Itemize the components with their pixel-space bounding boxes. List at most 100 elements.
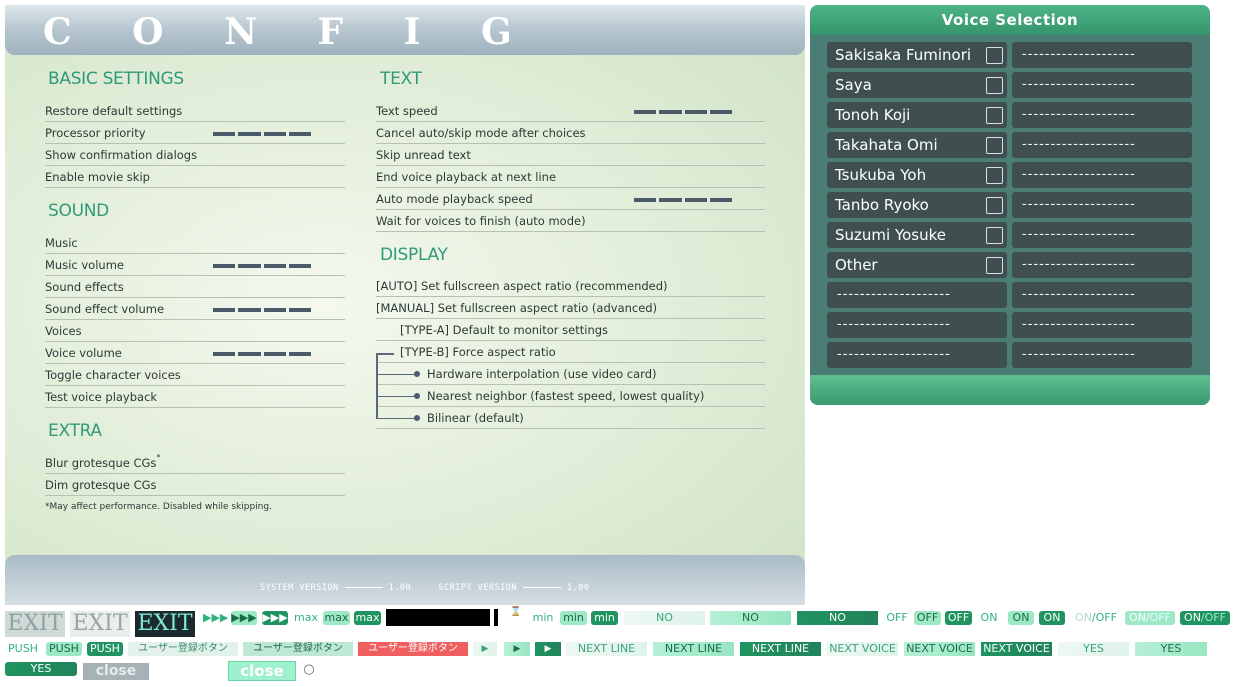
sound-effects-option[interactable]: Sound effects <box>45 276 345 298</box>
blur-grotesque-option[interactable]: Blur grotesque CGs* <box>45 452 345 474</box>
max-button[interactable]: max <box>294 611 318 625</box>
music-volume-option[interactable]: Music volume <box>45 254 345 276</box>
text-speed-slider[interactable] <box>634 110 732 114</box>
voice-row[interactable]: Other -------------------- <box>827 252 1193 278</box>
voice-row[interactable]: -------------------- -------------------- <box>827 342 1193 368</box>
push-button[interactable]: PUSH <box>5 642 41 656</box>
min-button[interactable]: min <box>591 611 618 625</box>
restore-defaults-option[interactable]: Restore default settings <box>45 100 345 122</box>
no-button[interactable]: NO <box>624 611 705 625</box>
voice-value-cell[interactable]: -------------------- <box>1012 252 1192 278</box>
voice-row[interactable]: Tanbo Ryoko -------------------- <box>827 192 1193 218</box>
voice-name-cell[interactable]: Tanbo Ryoko <box>827 192 1007 218</box>
voice-checkbox[interactable] <box>986 197 1003 214</box>
sound-effect-volume-option[interactable]: Sound effect volume <box>45 298 345 320</box>
voice-name-cell[interactable]: Tsukuba Yoh <box>827 162 1007 188</box>
voice-row[interactable]: Tsukuba Yoh -------------------- <box>827 162 1193 188</box>
voice-row[interactable]: -------------------- -------------------- <box>827 282 1193 308</box>
wait-for-voices-option[interactable]: Wait for voices to finish (auto mode) <box>376 210 765 232</box>
voice-row[interactable]: Takahata Omi -------------------- <box>827 132 1193 158</box>
voice-name-cell[interactable]: Takahata Omi <box>827 132 1007 158</box>
exit-button-hover[interactable]: EXIT <box>70 611 130 637</box>
auto-aspect-option[interactable]: [AUTO] Set fullscreen aspect ratio (reco… <box>376 275 765 297</box>
next-voice-button[interactable]: NEXT VOICE <box>981 642 1052 656</box>
next-line-button[interactable]: NEXT LINE <box>653 642 734 656</box>
slider-track[interactable] <box>386 609 490 626</box>
next-line-button[interactable]: NEXT LINE <box>566 642 647 656</box>
min-button[interactable]: min <box>560 611 587 625</box>
voice-name-cell[interactable]: Sakisaka Fuminori <box>827 42 1007 68</box>
voice-name-cell[interactable]: Saya <box>827 72 1007 98</box>
test-voice-playback-option[interactable]: Test voice playback <box>45 386 345 408</box>
voice-value-cell[interactable]: -------------------- <box>1012 282 1192 308</box>
close-button[interactable]: close <box>83 663 149 680</box>
processor-priority-option[interactable]: Processor priority <box>45 122 345 144</box>
skip-unread-option[interactable]: Skip unread text <box>376 144 765 166</box>
radio-icon[interactable]: ○ <box>302 662 316 678</box>
voice-name-cell[interactable]: -------------------- <box>827 282 1007 308</box>
no-button[interactable]: NO <box>710 611 791 625</box>
on-off-toggle[interactable]: ON/OFF <box>1125 611 1175 625</box>
off-toggle[interactable]: OFF <box>884 611 910 625</box>
voice-value-cell[interactable]: -------------------- <box>1012 132 1192 158</box>
voice-name-cell[interactable]: Suzumi Yosuke <box>827 222 1007 248</box>
fast-forward-icon[interactable]: ▶▶▶ <box>231 611 257 625</box>
voice-name-cell[interactable]: Other <box>827 252 1007 278</box>
voices-option[interactable]: Voices <box>45 320 345 342</box>
voice-checkbox[interactable] <box>986 137 1003 154</box>
voice-checkbox[interactable] <box>986 47 1003 64</box>
type-b-option[interactable]: [TYPE-B] Force aspect ratio <box>376 341 765 363</box>
voice-checkbox[interactable] <box>986 107 1003 124</box>
next-voice-button[interactable]: NEXT VOICE <box>827 642 898 656</box>
min-button[interactable]: min <box>531 611 555 625</box>
push-button[interactable]: PUSH <box>87 642 123 656</box>
voice-value-cell[interactable]: -------------------- <box>1012 192 1192 218</box>
yes-button[interactable]: YES <box>1058 642 1129 656</box>
voice-row[interactable]: -------------------- -------------------- <box>827 312 1193 338</box>
toggle-character-voices-option[interactable]: Toggle character voices <box>45 364 345 386</box>
hardware-interpolation-option[interactable]: Hardware interpolation (use video card) <box>376 363 765 385</box>
voice-value-cell[interactable]: -------------------- <box>1012 102 1192 128</box>
voice-row[interactable]: Suzumi Yosuke -------------------- <box>827 222 1193 248</box>
close-button[interactable]: close <box>228 661 296 681</box>
user-registration-button[interactable]: ユーザー登録ボタン <box>358 642 468 656</box>
off-toggle[interactable]: OFF <box>914 611 941 625</box>
user-registration-button[interactable]: ユーザー登録ボタン <box>243 642 353 656</box>
push-button[interactable]: PUSH <box>46 642 82 656</box>
sound-effect-volume-slider[interactable] <box>213 308 311 312</box>
voice-checkbox[interactable] <box>986 227 1003 244</box>
voice-value-cell[interactable]: -------------------- <box>1012 42 1192 68</box>
voice-row[interactable]: Sakisaka Fuminori -------------------- <box>827 42 1193 68</box>
on-toggle[interactable]: ON <box>978 611 1000 625</box>
voice-name-cell[interactable]: Tonoh Koji <box>827 102 1007 128</box>
type-a-option[interactable]: [TYPE-A] Default to monitor settings <box>376 319 765 341</box>
play-icon[interactable]: ▶ <box>504 642 530 656</box>
voice-value-cell[interactable]: -------------------- <box>1012 342 1192 368</box>
processor-priority-slider[interactable] <box>213 132 311 136</box>
exit-button-normal[interactable]: EXIT <box>5 611 65 637</box>
next-line-button[interactable]: NEXT LINE <box>740 642 821 656</box>
voice-value-cell[interactable]: -------------------- <box>1012 72 1192 98</box>
fast-forward-icon[interactable]: ▶▶▶ <box>262 611 288 625</box>
voice-value-cell[interactable]: -------------------- <box>1012 162 1192 188</box>
music-volume-slider[interactable] <box>213 264 311 268</box>
auto-speed-option[interactable]: Auto mode playback speed <box>376 188 765 210</box>
end-voice-option[interactable]: End voice playback at next line <box>376 166 765 188</box>
voice-volume-slider[interactable] <box>213 352 311 356</box>
slider-knob[interactable] <box>494 609 498 626</box>
play-icon[interactable]: ▶ <box>473 642 497 656</box>
max-button[interactable]: max <box>354 611 381 625</box>
on-off-toggle[interactable]: ON/OFF <box>1180 611 1230 625</box>
bilinear-option[interactable]: Bilinear (default) <box>376 407 765 429</box>
auto-speed-slider[interactable] <box>634 198 732 202</box>
off-toggle[interactable]: OFF <box>945 611 972 625</box>
nearest-neighbor-option[interactable]: Nearest neighbor (fastest speed, lowest … <box>376 385 765 407</box>
max-button[interactable]: max <box>323 611 350 625</box>
voice-checkbox[interactable] <box>986 77 1003 94</box>
voice-name-cell[interactable]: -------------------- <box>827 342 1007 368</box>
voice-name-cell[interactable]: -------------------- <box>827 312 1007 338</box>
play-icon[interactable]: ▶ <box>535 642 561 656</box>
on-toggle[interactable]: ON <box>1008 611 1034 625</box>
music-option[interactable]: Music <box>45 232 345 254</box>
voice-value-cell[interactable]: -------------------- <box>1012 312 1192 338</box>
